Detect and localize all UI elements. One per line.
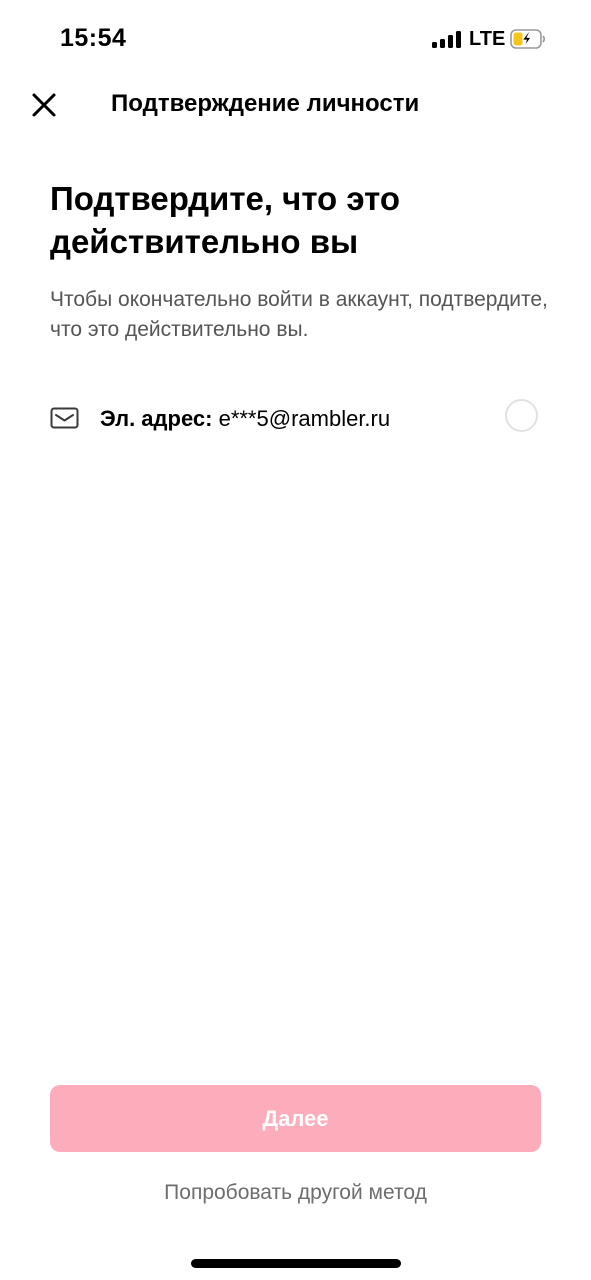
email-method-radio[interactable] <box>505 399 538 432</box>
page-heading: Подтвердите, что это действительно вы <box>50 180 401 260</box>
home-indicator <box>191 1259 401 1268</box>
nav-bar: Подтверждение личности <box>0 80 591 130</box>
envelope-icon <box>50 407 79 429</box>
status-time: 15:54 <box>60 24 127 52</box>
nav-title: Подтверждение личности <box>111 90 420 117</box>
email-method-label: Эл. адрес: <box>100 406 213 431</box>
try-other-method-link[interactable]: Попробовать другой метод <box>0 1181 591 1205</box>
close-icon <box>32 93 56 117</box>
email-method-value: e***5@rambler.ru <box>218 406 391 431</box>
page-subtitle: Чтобы окончательно войти в аккаунт, подт… <box>50 288 548 341</box>
signal-strength-icon <box>432 31 464 48</box>
email-method-text: Эл. адрес: e***5@rambler.ru <box>100 406 390 432</box>
close-button[interactable] <box>27 88 61 122</box>
battery-charging-icon <box>510 29 546 49</box>
next-button[interactable]: Далее <box>50 1085 541 1152</box>
status-bar: 15:54 LTE <box>0 0 591 80</box>
network-type: LTE <box>469 28 506 50</box>
email-method-option[interactable]: Эл. адрес: e***5@rambler.ru <box>50 396 542 440</box>
